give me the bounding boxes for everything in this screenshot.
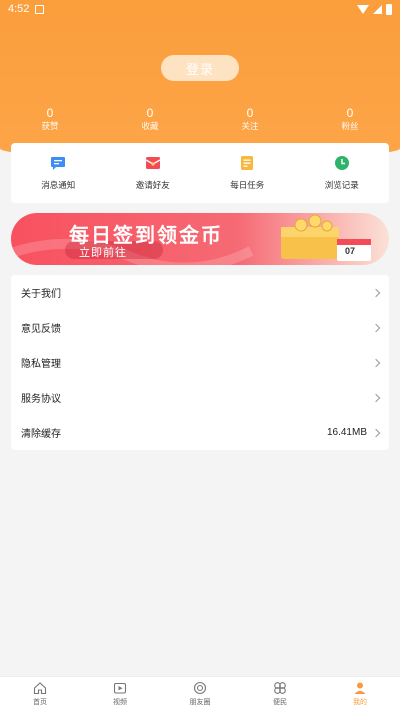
service-icon	[274, 682, 286, 694]
stat-likes[interactable]: 0 获赞	[0, 106, 100, 133]
status-bar: 4:52	[0, 0, 400, 18]
menu-privacy[interactable]: 隐私管理	[11, 345, 389, 380]
tab-video[interactable]: 视频	[80, 677, 160, 711]
signal-icon	[373, 4, 382, 14]
tab-home[interactable]: 首页	[0, 677, 80, 711]
chevron-right-icon	[371, 323, 381, 332]
chevron-right-icon	[371, 393, 381, 402]
user-icon	[354, 682, 366, 694]
login-button[interactable]: 登录	[161, 55, 239, 81]
tab-service[interactable]: 便民	[240, 677, 320, 711]
quick-actions: 消息通知 邀请好友 每日任务 浏览记录	[11, 143, 389, 203]
quick-message-notification[interactable]: 消息通知	[11, 143, 106, 203]
video-icon	[113, 682, 127, 694]
chevron-right-icon	[371, 288, 381, 297]
status-time: 4:52	[8, 3, 30, 15]
cache-size: 16.41MB	[326, 427, 367, 438]
quick-daily-task[interactable]: 每日任务	[200, 143, 295, 203]
task-icon	[239, 155, 255, 171]
stat-favorites[interactable]: 0 收藏	[100, 106, 200, 133]
bottom-tab-bar: 首页 视频 朋友圈 便民 我的	[0, 676, 400, 711]
menu-feedback[interactable]: 意见反馈	[11, 310, 389, 345]
chevron-right-icon	[371, 428, 381, 437]
banner-calendar-day: 07	[345, 246, 356, 256]
gift-icon	[145, 155, 161, 171]
message-icon	[50, 155, 66, 171]
wifi-icon	[357, 4, 369, 14]
battery-icon	[386, 3, 392, 15]
menu-service-agreement[interactable]: 服务协议	[11, 380, 389, 415]
stats-row: 0 获赞 0 收藏 0 关注 0 粉丝	[0, 106, 400, 133]
quick-invite-friends[interactable]: 邀请好友	[106, 143, 201, 203]
home-icon	[33, 682, 47, 695]
chevron-right-icon	[371, 358, 381, 367]
quick-browse-history[interactable]: 浏览记录	[295, 143, 390, 203]
treasure-chest-icon	[281, 214, 339, 259]
tab-mine[interactable]: 我的	[320, 677, 400, 711]
clock-icon	[334, 155, 350, 171]
banner-subtitle: 立即前往	[79, 247, 127, 259]
checkin-banner[interactable]: 每日签到领金币 立即前往 07	[11, 213, 389, 265]
notification-icon	[35, 4, 45, 14]
moments-icon	[193, 681, 207, 695]
menu-clear-cache[interactable]: 清除缓存 16.41MB	[11, 415, 389, 450]
stat-following[interactable]: 0 关注	[200, 106, 300, 133]
menu-about-us[interactable]: 关于我们	[11, 275, 389, 310]
tab-moments[interactable]: 朋友圈	[160, 677, 240, 711]
stat-fans[interactable]: 0 粉丝	[300, 106, 400, 133]
settings-menu: 关于我们 意见反馈 隐私管理 服务协议 清除缓存 16.41MB	[11, 275, 389, 450]
